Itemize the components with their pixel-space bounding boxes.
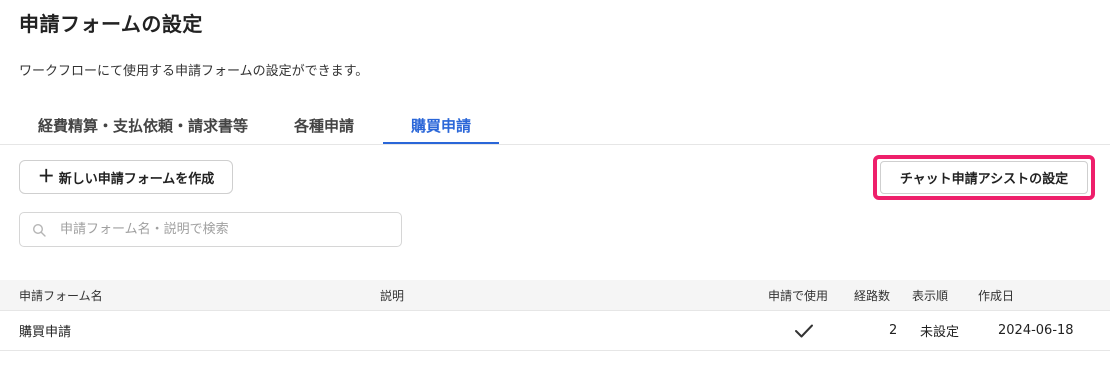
row-created-date: 2024-06-18 bbox=[998, 323, 1074, 338]
create-form-label: 新しい申請フォームを作成 bbox=[58, 171, 215, 187]
header-display-order[interactable]: 表示順 bbox=[912, 280, 948, 310]
search-input[interactable] bbox=[58, 221, 392, 238]
check-icon bbox=[794, 311, 814, 350]
tab-expense-payment-invoice[interactable]: 経費精算・支払依頼・請求書等 bbox=[18, 108, 268, 142]
header-created-date[interactable]: 作成日 bbox=[978, 280, 1014, 310]
row-form-name[interactable]: 購買申請 bbox=[19, 311, 71, 350]
row-route-count: 2 bbox=[889, 323, 898, 338]
table-row[interactable]: 購買申請 2 未設定 2024-06-18 bbox=[0, 311, 1110, 351]
create-form-button[interactable]: ＋ 新しい申請フォームを作成 bbox=[19, 160, 233, 194]
header-description[interactable]: 説明 bbox=[380, 280, 404, 310]
page-description: ワークフローにて使用する申請フォームの設定ができます。 bbox=[19, 64, 369, 79]
tab-purchase-request[interactable]: 購買申請 bbox=[383, 108, 499, 144]
header-route-count[interactable]: 経路数 bbox=[854, 280, 890, 310]
chat-assist-settings-button[interactable]: チャット申請アシストの設定 bbox=[880, 161, 1088, 194]
tab-bar: 経費精算・支払依頼・請求書等 各種申請 購買申請 bbox=[0, 108, 1110, 145]
table-header: 申請フォーム名 説明 申請で使用 経路数 表示順 作成日 bbox=[0, 280, 1110, 311]
header-form-name[interactable]: 申請フォーム名 bbox=[19, 280, 103, 310]
page-title: 申請フォームの設定 bbox=[19, 12, 203, 36]
tab-various-requests[interactable]: 各種申請 bbox=[278, 108, 370, 142]
row-display-order: 未設定 bbox=[920, 325, 960, 340]
search-box[interactable] bbox=[19, 212, 402, 247]
chat-assist-label: チャット申請アシストの設定 bbox=[899, 172, 1069, 187]
plus-icon: ＋ bbox=[37, 166, 55, 187]
header-used-in-request[interactable]: 申請で使用 bbox=[768, 280, 828, 310]
search-icon bbox=[32, 223, 46, 237]
